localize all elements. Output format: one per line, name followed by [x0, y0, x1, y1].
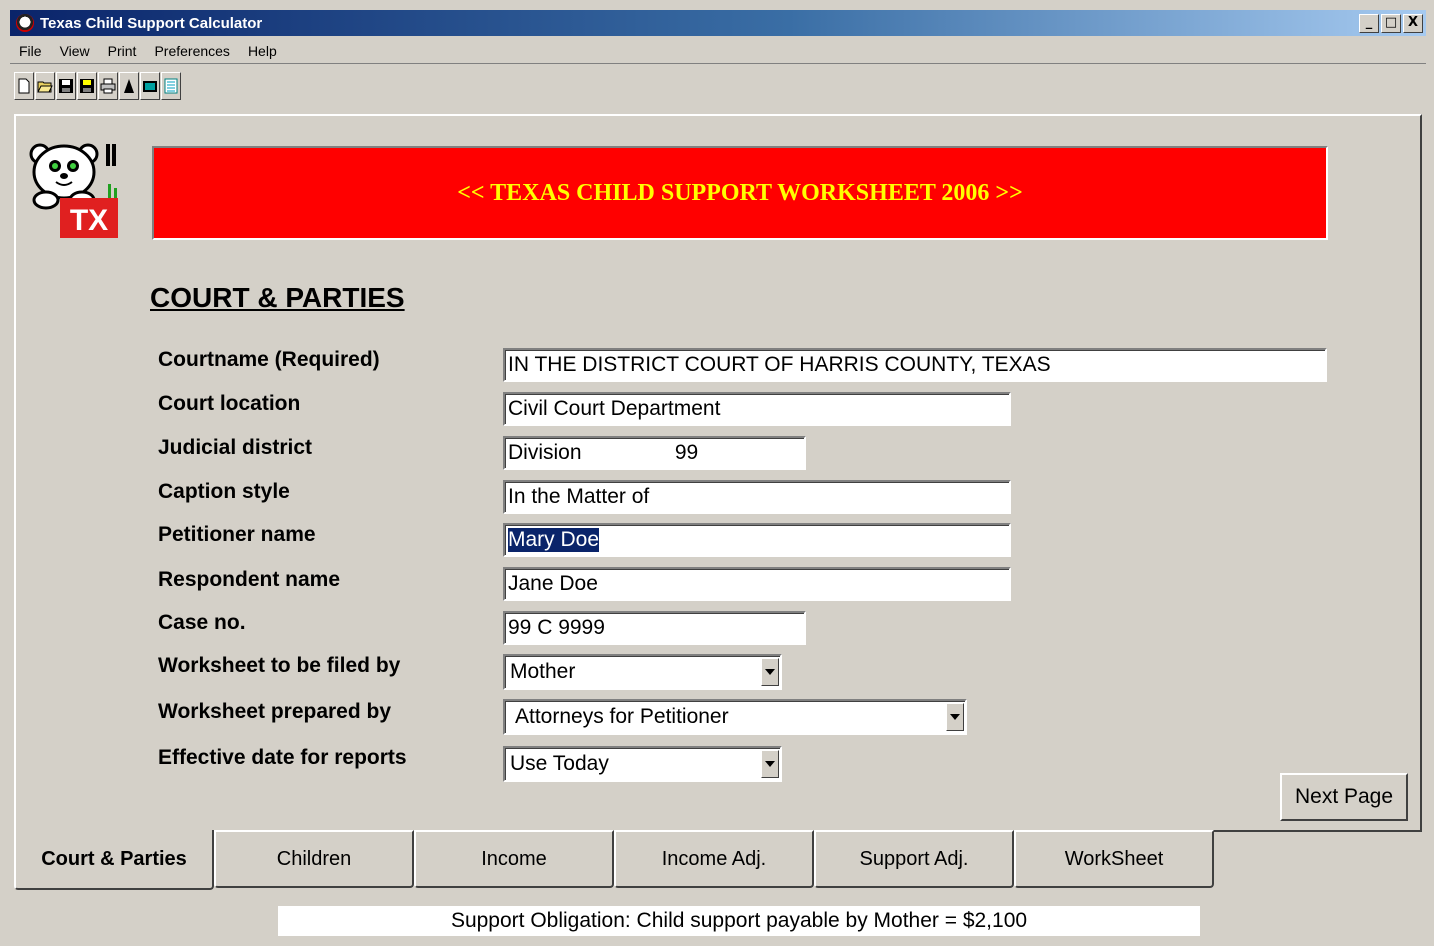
worksheet-banner: << TEXAS CHILD SUPPORT WORKSHEET 2006 >>	[152, 146, 1328, 240]
menu-file[interactable]: File	[10, 43, 51, 59]
menu-view[interactable]: View	[51, 43, 99, 59]
prepared-by-value: Attorneys for Petitioner	[515, 705, 729, 728]
courtname-field[interactable]: IN THE DISTRICT COURT OF HARRIS COUNTY, …	[503, 348, 1327, 382]
case-no-field[interactable]: 99 C 9999	[503, 611, 806, 645]
court-location-label: Court location	[158, 392, 301, 415]
title-bar[interactable]: Texas Child Support Calculator _ □ X	[10, 10, 1426, 36]
filed-by-dropdown[interactable]: Mother	[503, 654, 782, 690]
case-no-label: Case no.	[158, 611, 246, 634]
banner-text: << TEXAS CHILD SUPPORT WORKSHEET 2006 >>	[457, 179, 1023, 206]
menu-bar: File View Print Preferences Help	[10, 38, 1426, 64]
tab-bar: Court & Parties Children Income Income A…	[14, 830, 1214, 890]
petitioner-name-label: Petitioner name	[158, 523, 316, 546]
next-page-button[interactable]: Next Page	[1280, 773, 1408, 821]
tab-worksheet[interactable]: WorkSheet	[1014, 830, 1214, 888]
chevron-down-icon[interactable]	[761, 750, 779, 778]
judicial-district-label: Judicial district	[158, 436, 313, 459]
tab-income-adj[interactable]: Income Adj.	[614, 830, 814, 888]
caption-style-label: Caption style	[158, 480, 290, 503]
respondent-name-field[interactable]: Jane Doe	[503, 567, 1011, 601]
support-obligation-status: Support Obligation: Child support payabl…	[278, 906, 1200, 936]
effective-date-label: Effective date for reports	[158, 746, 407, 769]
maximize-button[interactable]: □	[1381, 13, 1401, 33]
judicial-district-field[interactable]: Division 99	[503, 436, 806, 470]
window-controls: _ □ X	[1359, 13, 1423, 33]
menu-help[interactable]: Help	[239, 43, 286, 59]
save-as-icon[interactable]	[77, 72, 97, 100]
effective-date-dropdown[interactable]: Use Today	[503, 746, 782, 782]
tab-court-parties[interactable]: Court & Parties	[14, 830, 214, 890]
pointer-icon[interactable]	[119, 72, 139, 100]
new-file-icon[interactable]	[14, 72, 34, 100]
app-icon	[16, 14, 34, 32]
caption-style-field[interactable]: In the Matter of	[503, 480, 1011, 514]
window-title: Texas Child Support Calculator	[40, 14, 263, 32]
petitioner-name-selection: Mary Doe	[508, 528, 600, 552]
tab-children[interactable]: Children	[214, 830, 414, 888]
menu-preferences[interactable]: Preferences	[145, 43, 238, 59]
court-location-field[interactable]: Civil Court Department	[503, 392, 1011, 426]
logo-badge: TX	[70, 204, 108, 237]
app-logo: TX	[26, 134, 122, 242]
prepared-by-label: Worksheet prepared by	[158, 700, 392, 723]
minimize-button[interactable]: _	[1359, 13, 1379, 33]
print-icon[interactable]	[98, 72, 118, 100]
chevron-down-icon[interactable]	[946, 703, 964, 731]
close-button[interactable]: X	[1403, 13, 1423, 33]
respondent-name-label: Respondent name	[158, 568, 341, 591]
tab-income[interactable]: Income	[414, 830, 614, 888]
tab-support-adj[interactable]: Support Adj.	[814, 830, 1014, 888]
prepared-by-dropdown[interactable]: Attorneys for Petitioner	[503, 699, 967, 735]
filed-by-label: Worksheet to be filed by	[158, 654, 401, 677]
petitioner-name-field[interactable]: Mary Doe	[503, 523, 1011, 557]
open-folder-icon[interactable]	[35, 72, 55, 100]
effective-date-value: Use Today	[510, 752, 609, 775]
filed-by-value: Mother	[510, 660, 576, 683]
toolbar	[14, 72, 181, 102]
courtname-label: Courtname (Required)	[158, 348, 380, 371]
calculator-icon[interactable]	[140, 72, 160, 100]
section-title: COURT & PARTIES	[150, 282, 405, 313]
chevron-down-icon[interactable]	[761, 658, 779, 686]
menu-print[interactable]: Print	[99, 43, 146, 59]
notepad-icon[interactable]	[161, 72, 181, 100]
save-icon[interactable]	[56, 72, 76, 100]
